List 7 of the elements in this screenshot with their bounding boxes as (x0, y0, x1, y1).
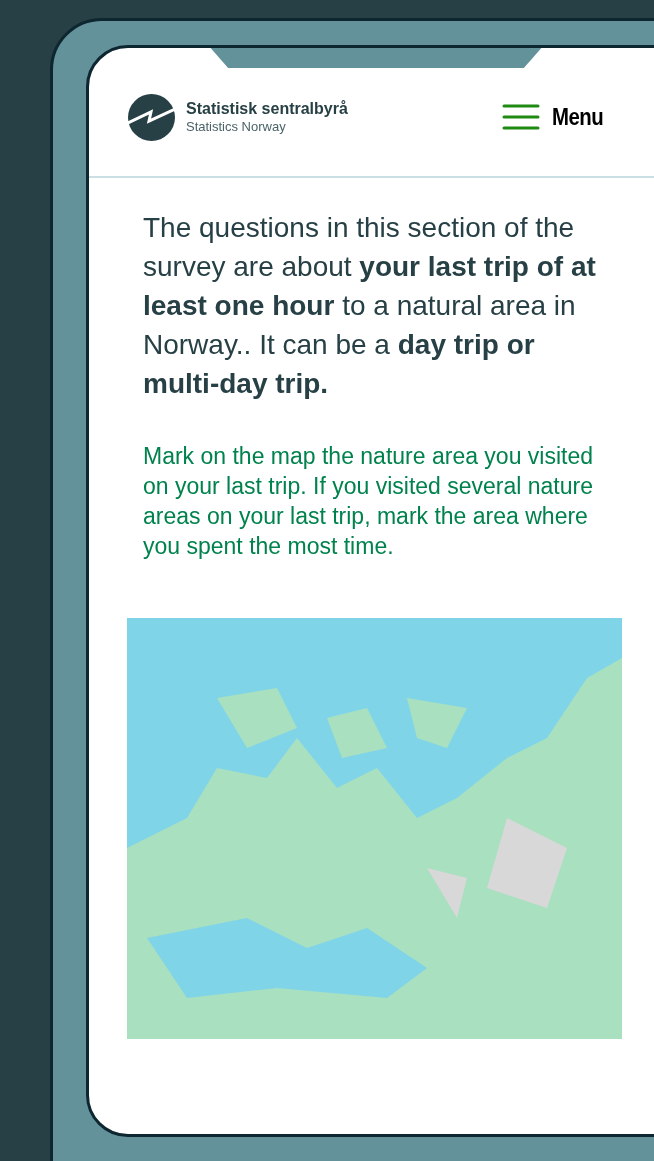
site-title: Statistisk sentralbyrå (186, 98, 348, 119)
site-subtitle: Statistics Norway (186, 118, 287, 136)
logo-icon (128, 93, 175, 141)
menu-button[interactable]: Menu (501, 99, 612, 135)
intro-paragraph: The questions in this section of the survey are about your last trip of at least one hour to a natural area in Norway.. It can be a day trip or multi-day trip. (143, 211, 597, 401)
menu-icon (501, 104, 540, 130)
instruction-paragraph: Mark on the map the nature area you visited on your last trip. If you visited several nature areas on your last trip, mark the area where you spent the most time. (143, 442, 595, 561)
